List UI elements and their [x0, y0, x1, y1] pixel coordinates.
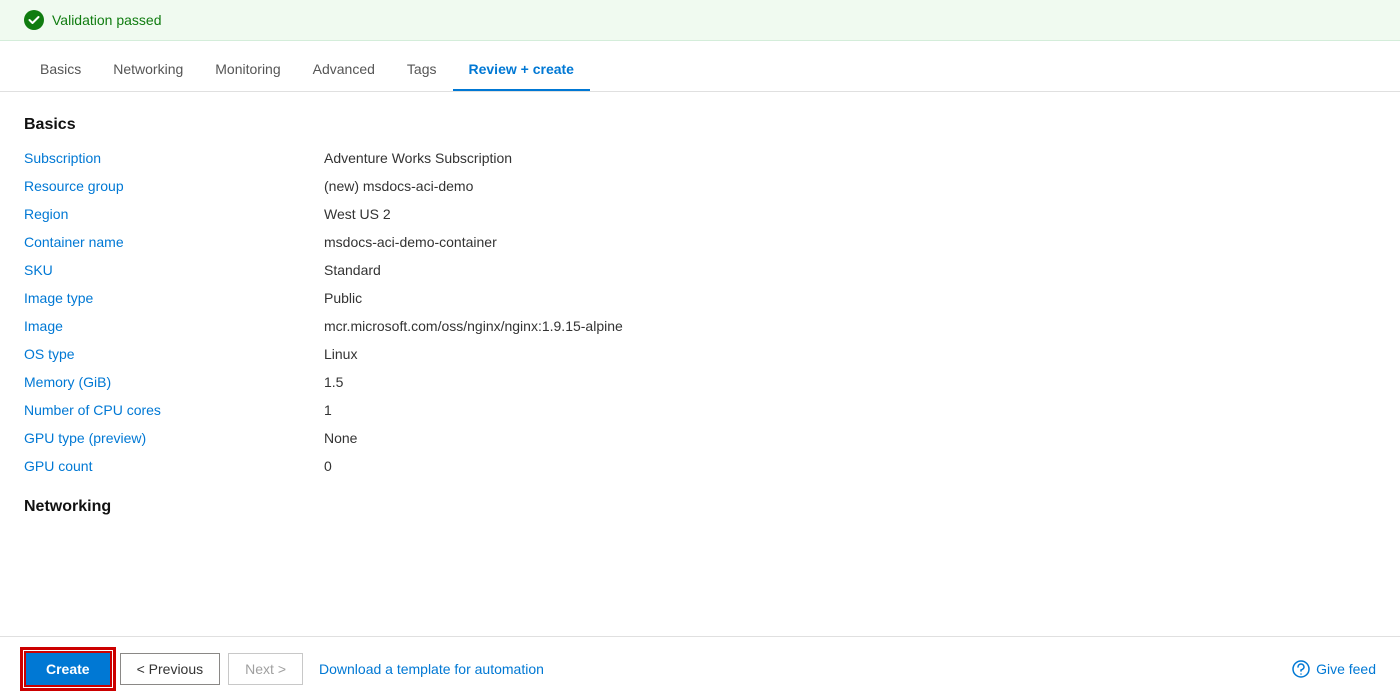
value-region: West US 2 — [324, 206, 391, 222]
next-button[interactable]: Next > — [228, 653, 303, 685]
value-os-type: Linux — [324, 346, 357, 362]
tab-navigation: Basics Networking Monitoring Advanced Ta… — [0, 49, 1400, 92]
label-gpu-type: GPU type (preview) — [24, 430, 324, 446]
field-memory: Memory (GiB) 1.5 — [24, 374, 1376, 390]
tab-basics[interactable]: Basics — [24, 49, 97, 91]
field-resource-group: Resource group (new) msdocs-aci-demo — [24, 178, 1376, 194]
main-content: Basics Subscription Adventure Works Subs… — [0, 92, 1400, 631]
validation-text: Validation passed — [52, 12, 161, 28]
field-os-type: OS type Linux — [24, 346, 1376, 362]
tab-tags[interactable]: Tags — [391, 49, 453, 91]
tab-advanced[interactable]: Advanced — [297, 49, 391, 91]
field-region: Region West US 2 — [24, 206, 1376, 222]
label-region: Region — [24, 206, 324, 222]
give-feedback-label: Give feed — [1316, 661, 1376, 677]
networking-section: Networking — [24, 498, 1376, 516]
networking-heading: Networking — [24, 498, 1376, 516]
value-container-name: msdocs-aci-demo-container — [324, 234, 497, 250]
value-gpu-type: None — [324, 430, 357, 446]
field-gpu-count: GPU count 0 — [24, 458, 1376, 474]
value-cpu-cores: 1 — [324, 402, 332, 418]
basics-section: Basics Subscription Adventure Works Subs… — [24, 116, 1376, 474]
label-os-type: OS type — [24, 346, 324, 362]
field-container-name: Container name msdocs-aci-demo-container — [24, 234, 1376, 250]
bottom-bar: Create < Previous Next > Download a temp… — [0, 636, 1400, 700]
field-image: Image mcr.microsoft.com/oss/nginx/nginx:… — [24, 318, 1376, 334]
value-memory: 1.5 — [324, 374, 343, 390]
field-cpu-cores: Number of CPU cores 1 — [24, 402, 1376, 418]
create-button[interactable]: Create — [24, 651, 112, 687]
label-resource-group: Resource group — [24, 178, 324, 194]
label-sku: SKU — [24, 262, 324, 278]
label-cpu-cores: Number of CPU cores — [24, 402, 324, 418]
value-resource-group: (new) msdocs-aci-demo — [324, 178, 473, 194]
value-subscription: Adventure Works Subscription — [324, 150, 512, 166]
label-memory: Memory (GiB) — [24, 374, 324, 390]
field-image-type: Image type Public — [24, 290, 1376, 306]
field-sku: SKU Standard — [24, 262, 1376, 278]
feedback-icon — [1292, 660, 1310, 678]
field-subscription: Subscription Adventure Works Subscriptio… — [24, 150, 1376, 166]
label-container-name: Container name — [24, 234, 324, 250]
label-subscription: Subscription — [24, 150, 324, 166]
tab-review-create[interactable]: Review + create — [453, 49, 590, 91]
previous-button[interactable]: < Previous — [120, 653, 221, 685]
validation-check-icon — [24, 10, 44, 30]
label-gpu-count: GPU count — [24, 458, 324, 474]
value-image: mcr.microsoft.com/oss/nginx/nginx:1.9.15… — [324, 318, 623, 334]
value-gpu-count: 0 — [324, 458, 332, 474]
tab-monitoring[interactable]: Monitoring — [199, 49, 296, 91]
field-gpu-type: GPU type (preview) None — [24, 430, 1376, 446]
basics-heading: Basics — [24, 116, 1376, 134]
label-image-type: Image type — [24, 290, 324, 306]
label-image: Image — [24, 318, 324, 334]
give-feedback-button[interactable]: Give feed — [1292, 660, 1376, 678]
value-sku: Standard — [324, 262, 381, 278]
tab-networking[interactable]: Networking — [97, 49, 199, 91]
automation-template-link[interactable]: Download a template for automation — [319, 661, 544, 677]
validation-bar: Validation passed — [0, 0, 1400, 41]
value-image-type: Public — [324, 290, 362, 306]
